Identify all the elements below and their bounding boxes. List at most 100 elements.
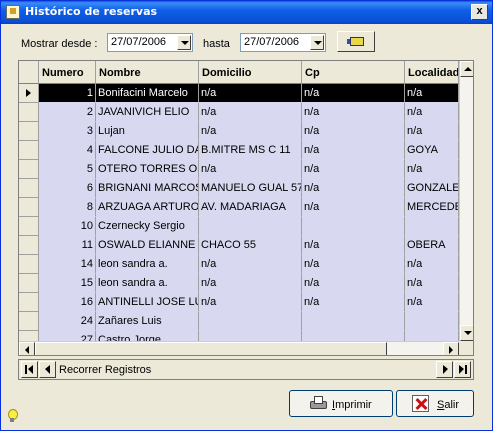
cell-nombre[interactable]: OSWALD ELIANNE bbox=[96, 236, 199, 255]
vertical-scrollbar[interactable] bbox=[459, 61, 473, 341]
cell-localidad[interactable]: GOYA bbox=[405, 141, 459, 160]
table-row[interactable]: 3 Lujan n/a n/a n/a bbox=[19, 122, 459, 141]
row-indicator[interactable] bbox=[19, 84, 39, 103]
cell-numero[interactable]: 3 bbox=[39, 122, 96, 141]
print-button[interactable]: Imprimir bbox=[289, 390, 393, 417]
cell-cp[interactable] bbox=[302, 217, 405, 236]
row-indicator[interactable] bbox=[19, 293, 39, 312]
table-row[interactable]: 14 leon sandra a. n/a n/a n/a bbox=[19, 255, 459, 274]
scroll-right-button[interactable] bbox=[443, 342, 459, 355]
cell-numero[interactable]: 16 bbox=[39, 293, 96, 312]
cell-localidad[interactable]: n/a bbox=[405, 103, 459, 122]
cell-domicilio[interactable] bbox=[199, 217, 302, 236]
cell-nombre[interactable]: Bonifacini Marcelo bbox=[96, 84, 199, 103]
horizontal-scrollbar[interactable] bbox=[19, 341, 459, 355]
last-record-button[interactable] bbox=[454, 361, 471, 378]
first-record-button[interactable] bbox=[21, 361, 38, 378]
row-indicator[interactable] bbox=[19, 274, 39, 293]
cell-localidad[interactable]: GONZALES bbox=[405, 179, 459, 198]
scroll-down-button[interactable] bbox=[460, 325, 473, 341]
cell-domicilio[interactable]: n/a bbox=[199, 293, 302, 312]
cell-domicilio[interactable]: n/a bbox=[199, 84, 302, 103]
cell-numero[interactable]: 4 bbox=[39, 141, 96, 160]
row-indicator[interactable] bbox=[19, 160, 39, 179]
row-indicator[interactable] bbox=[19, 217, 39, 236]
cell-nombre[interactable]: Lujan bbox=[96, 122, 199, 141]
cell-localidad[interactable] bbox=[405, 217, 459, 236]
table-row[interactable]: 8ARZUAGA ARTURO EAV. MADARIAGAn/aMERCEDE… bbox=[19, 198, 459, 217]
cell-numero[interactable]: 10 bbox=[39, 217, 96, 236]
cell-numero[interactable]: 14 bbox=[39, 255, 96, 274]
cell-numero[interactable]: 8 bbox=[39, 198, 96, 217]
cell-domicilio[interactable]: CHACO 55 bbox=[199, 236, 302, 255]
cell-domicilio[interactable]: n/a bbox=[199, 274, 302, 293]
table-row[interactable]: 4 FALCONE JULIO DAN B.MITRE MS C 11 n/a GOYA bbox=[19, 141, 459, 160]
cell-numero[interactable]: 24 bbox=[39, 312, 96, 331]
cell-nombre[interactable]: Czernecky Sergio bbox=[96, 217, 199, 236]
cell-cp[interactable]: n/a bbox=[302, 141, 405, 160]
cell-numero[interactable]: 6 bbox=[39, 179, 96, 198]
table-row[interactable]: 10 Czernecky Sergio bbox=[19, 217, 459, 236]
exit-button[interactable]: Salir bbox=[396, 390, 474, 417]
row-indicator[interactable] bbox=[19, 141, 39, 160]
horizontal-scroll-thumb[interactable] bbox=[35, 342, 387, 355]
cell-cp[interactable]: n/a bbox=[302, 122, 405, 141]
scroll-up-button[interactable] bbox=[460, 61, 473, 77]
cell-domicilio[interactable]: n/a bbox=[199, 103, 302, 122]
cell-domicilio[interactable]: n/a bbox=[199, 255, 302, 274]
cell-nombre[interactable]: leon sandra a. bbox=[96, 255, 199, 274]
table-row[interactable]: 1 Bonifacini Marcelo n/a n/a n/a bbox=[19, 84, 459, 103]
cell-localidad[interactable] bbox=[405, 312, 459, 331]
cell-localidad[interactable]: n/a bbox=[405, 293, 459, 312]
cell-numero[interactable]: 1 bbox=[39, 84, 96, 103]
cell-numero[interactable]: 11 bbox=[39, 236, 96, 255]
column-header-cp[interactable]: Cp bbox=[302, 61, 405, 84]
table-row[interactable]: 5OTERO TORRES OSCn/an/an/a bbox=[19, 160, 459, 179]
cell-localidad[interactable]: n/a bbox=[405, 122, 459, 141]
cell-localidad[interactable]: MERCEDES bbox=[405, 198, 459, 217]
cell-cp[interactable]: n/a bbox=[302, 293, 405, 312]
cell-nombre[interactable]: ANTINELLI JOSE LUI bbox=[96, 293, 199, 312]
cell-localidad[interactable]: n/a bbox=[405, 255, 459, 274]
cell-cp[interactable]: n/a bbox=[302, 255, 405, 274]
cell-domicilio[interactable]: n/a bbox=[199, 160, 302, 179]
table-row[interactable]: 6 BRIGNANI MARCOS MANUELO GUAL 573 n/a GONZA… bbox=[19, 179, 459, 198]
previous-record-button[interactable] bbox=[39, 361, 56, 378]
row-indicator[interactable] bbox=[19, 236, 39, 255]
table-row[interactable]: 11 OSWALD ELIANNE CHACO 55 n/a OBERA bbox=[19, 236, 459, 255]
cell-domicilio[interactable] bbox=[199, 312, 302, 331]
table-row[interactable]: 24 Zañares Luis bbox=[19, 312, 459, 331]
cell-cp[interactable]: n/a bbox=[302, 198, 405, 217]
from-date-picker[interactable]: 27/07/2006 bbox=[107, 33, 193, 52]
table-row[interactable]: 2 JAVANIVICH ELIO n/a n/a n/a bbox=[19, 103, 459, 122]
table-row[interactable]: 16 ANTINELLI JOSE LUI n/a n/a n/a bbox=[19, 293, 459, 312]
column-header-localidad[interactable]: Localidad bbox=[405, 61, 459, 84]
cell-domicilio[interactable]: B.MITRE MS C 11 bbox=[199, 141, 302, 160]
row-indicator[interactable] bbox=[19, 103, 39, 122]
reservations-grid[interactable]: Numero Nombre Domicilio Cp Localidad 1 Bo… bbox=[18, 60, 474, 356]
row-indicator[interactable] bbox=[19, 122, 39, 141]
cell-nombre[interactable]: BRIGNANI MARCOS bbox=[96, 179, 199, 198]
column-header-domicilio[interactable]: Domicilio bbox=[199, 61, 302, 84]
cell-nombre[interactable]: OTERO TORRES OSC bbox=[96, 160, 199, 179]
table-row[interactable]: 15 leon sandra a. n/a n/a n/a bbox=[19, 274, 459, 293]
column-header-nombre[interactable]: Nombre bbox=[96, 61, 199, 84]
cell-localidad[interactable]: n/a bbox=[405, 274, 459, 293]
to-date-picker[interactable]: 27/07/2006 bbox=[240, 33, 326, 52]
row-indicator[interactable] bbox=[19, 179, 39, 198]
cell-cp[interactable]: n/a bbox=[302, 236, 405, 255]
chevron-down-icon[interactable] bbox=[310, 35, 324, 50]
next-record-button[interactable] bbox=[436, 361, 453, 378]
row-indicator[interactable] bbox=[19, 198, 39, 217]
row-indicator[interactable] bbox=[19, 312, 39, 331]
cell-cp[interactable]: n/a bbox=[302, 84, 405, 103]
cell-numero[interactable]: 2 bbox=[39, 103, 96, 122]
cell-nombre[interactable]: ARZUAGA ARTURO E bbox=[96, 198, 199, 217]
cell-numero[interactable]: 5 bbox=[39, 160, 96, 179]
cell-numero[interactable]: 15 bbox=[39, 274, 96, 293]
cell-nombre[interactable]: leon sandra a. bbox=[96, 274, 199, 293]
row-indicator[interactable] bbox=[19, 255, 39, 274]
column-header-numero[interactable]: Numero bbox=[39, 61, 96, 84]
cell-localidad[interactable]: n/a bbox=[405, 84, 459, 103]
cell-nombre[interactable]: Zañares Luis bbox=[96, 312, 199, 331]
